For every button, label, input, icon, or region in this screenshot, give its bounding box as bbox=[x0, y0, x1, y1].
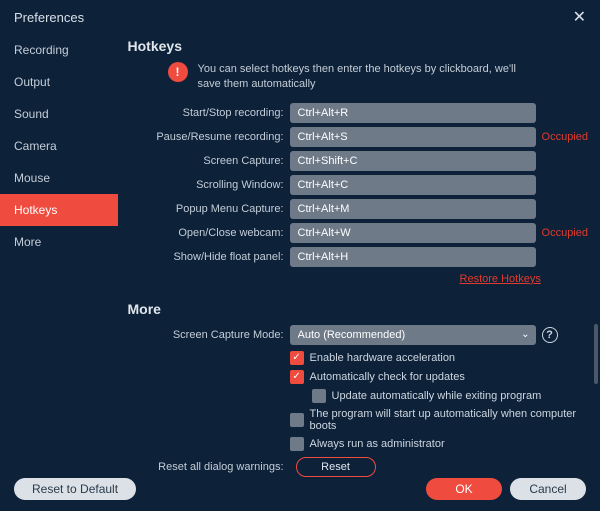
scrollbar-thumb[interactable] bbox=[594, 324, 598, 384]
content-area: Hotkeys ! You can select hotkeys then en… bbox=[118, 34, 600, 466]
capture-mode-label: Screen Capture Mode: bbox=[126, 329, 290, 341]
hotkey-row: Popup Menu Capture: bbox=[126, 199, 588, 219]
sidebar-item-mouse[interactable]: Mouse bbox=[0, 162, 118, 194]
hotkey-row: Screen Capture: bbox=[126, 151, 588, 171]
hotkey-input[interactable] bbox=[290, 175, 536, 195]
checkbox-row: Update automatically while exiting progr… bbox=[312, 389, 588, 403]
hotkey-input[interactable] bbox=[290, 247, 536, 267]
checkbox[interactable] bbox=[312, 389, 326, 403]
sidebar-item-output[interactable]: Output bbox=[0, 66, 118, 98]
hotkey-label: Open/Close webcam: bbox=[126, 227, 290, 239]
checkbox-row: ✓ Automatically check for updates bbox=[290, 370, 588, 384]
checkbox[interactable] bbox=[290, 437, 304, 451]
restore-hotkeys-link[interactable]: Restore Hotkeys bbox=[460, 273, 541, 285]
hotkey-input[interactable] bbox=[290, 103, 536, 123]
ok-button[interactable]: OK bbox=[426, 478, 502, 500]
sidebar-item-camera[interactable]: Camera bbox=[0, 130, 118, 162]
footer: Reset to Default OK Cancel bbox=[0, 466, 600, 511]
checkbox-label: Automatically check for updates bbox=[310, 371, 465, 383]
help-icon[interactable]: ? bbox=[542, 327, 558, 343]
hotkey-input[interactable] bbox=[290, 223, 536, 243]
sidebar-item-hotkeys[interactable]: Hotkeys bbox=[0, 194, 118, 226]
occupied-badge: Occupied bbox=[542, 227, 588, 239]
hotkey-row: Pause/Resume recording: Occupied bbox=[126, 127, 588, 147]
checkbox-row: Always run as administrator bbox=[290, 437, 588, 451]
section-title-hotkeys: Hotkeys bbox=[128, 38, 588, 54]
checkbox-label: Enable hardware acceleration bbox=[310, 352, 456, 364]
checkbox[interactable] bbox=[290, 413, 304, 427]
hotkey-label: Start/Stop recording: bbox=[126, 107, 290, 119]
checkbox[interactable]: ✓ bbox=[290, 370, 304, 384]
hotkey-row: Start/Stop recording: bbox=[126, 103, 588, 123]
checkbox-label: Always run as administrator bbox=[310, 438, 445, 450]
notice-text: You can select hotkeys then enter the ho… bbox=[198, 62, 528, 93]
checkbox-label: The program will start up automatically … bbox=[310, 408, 588, 432]
occupied-badge: Occupied bbox=[542, 131, 588, 143]
hotkey-label: Scrolling Window: bbox=[126, 179, 290, 191]
sidebar-item-recording[interactable]: Recording bbox=[0, 34, 118, 66]
sidebar: Recording Output Sound Camera Mouse Hotk… bbox=[0, 34, 118, 466]
warning-icon: ! bbox=[168, 62, 188, 82]
capture-mode-select[interactable]: Auto (Recommended) bbox=[290, 325, 536, 345]
hotkey-row: Show/Hide float panel: bbox=[126, 247, 588, 267]
cancel-button[interactable]: Cancel bbox=[510, 478, 586, 500]
sidebar-item-sound[interactable]: Sound bbox=[0, 98, 118, 130]
window-title: Preferences bbox=[14, 10, 84, 25]
section-title-more: More bbox=[128, 301, 588, 317]
hotkey-input[interactable] bbox=[290, 127, 536, 147]
checkbox-row: The program will start up automatically … bbox=[290, 408, 588, 432]
checkbox-row: ✓ Enable hardware acceleration bbox=[290, 351, 588, 365]
hotkey-label: Pause/Resume recording: bbox=[126, 131, 290, 143]
hotkey-input[interactable] bbox=[290, 199, 536, 219]
hotkeys-notice: ! You can select hotkeys then enter the … bbox=[168, 62, 588, 93]
hotkey-input[interactable] bbox=[290, 151, 536, 171]
hotkey-label: Screen Capture: bbox=[126, 155, 290, 167]
hotkey-label: Popup Menu Capture: bbox=[126, 203, 290, 215]
sidebar-item-more[interactable]: More bbox=[0, 226, 118, 258]
hotkey-row: Scrolling Window: bbox=[126, 175, 588, 195]
reset-default-button[interactable]: Reset to Default bbox=[14, 478, 136, 500]
hotkey-label: Show/Hide float panel: bbox=[126, 251, 290, 263]
hotkey-row: Open/Close webcam: Occupied bbox=[126, 223, 588, 243]
checkbox[interactable]: ✓ bbox=[290, 351, 304, 365]
checkbox-label: Update automatically while exiting progr… bbox=[332, 390, 542, 402]
close-icon[interactable]: ✕ bbox=[573, 7, 586, 27]
